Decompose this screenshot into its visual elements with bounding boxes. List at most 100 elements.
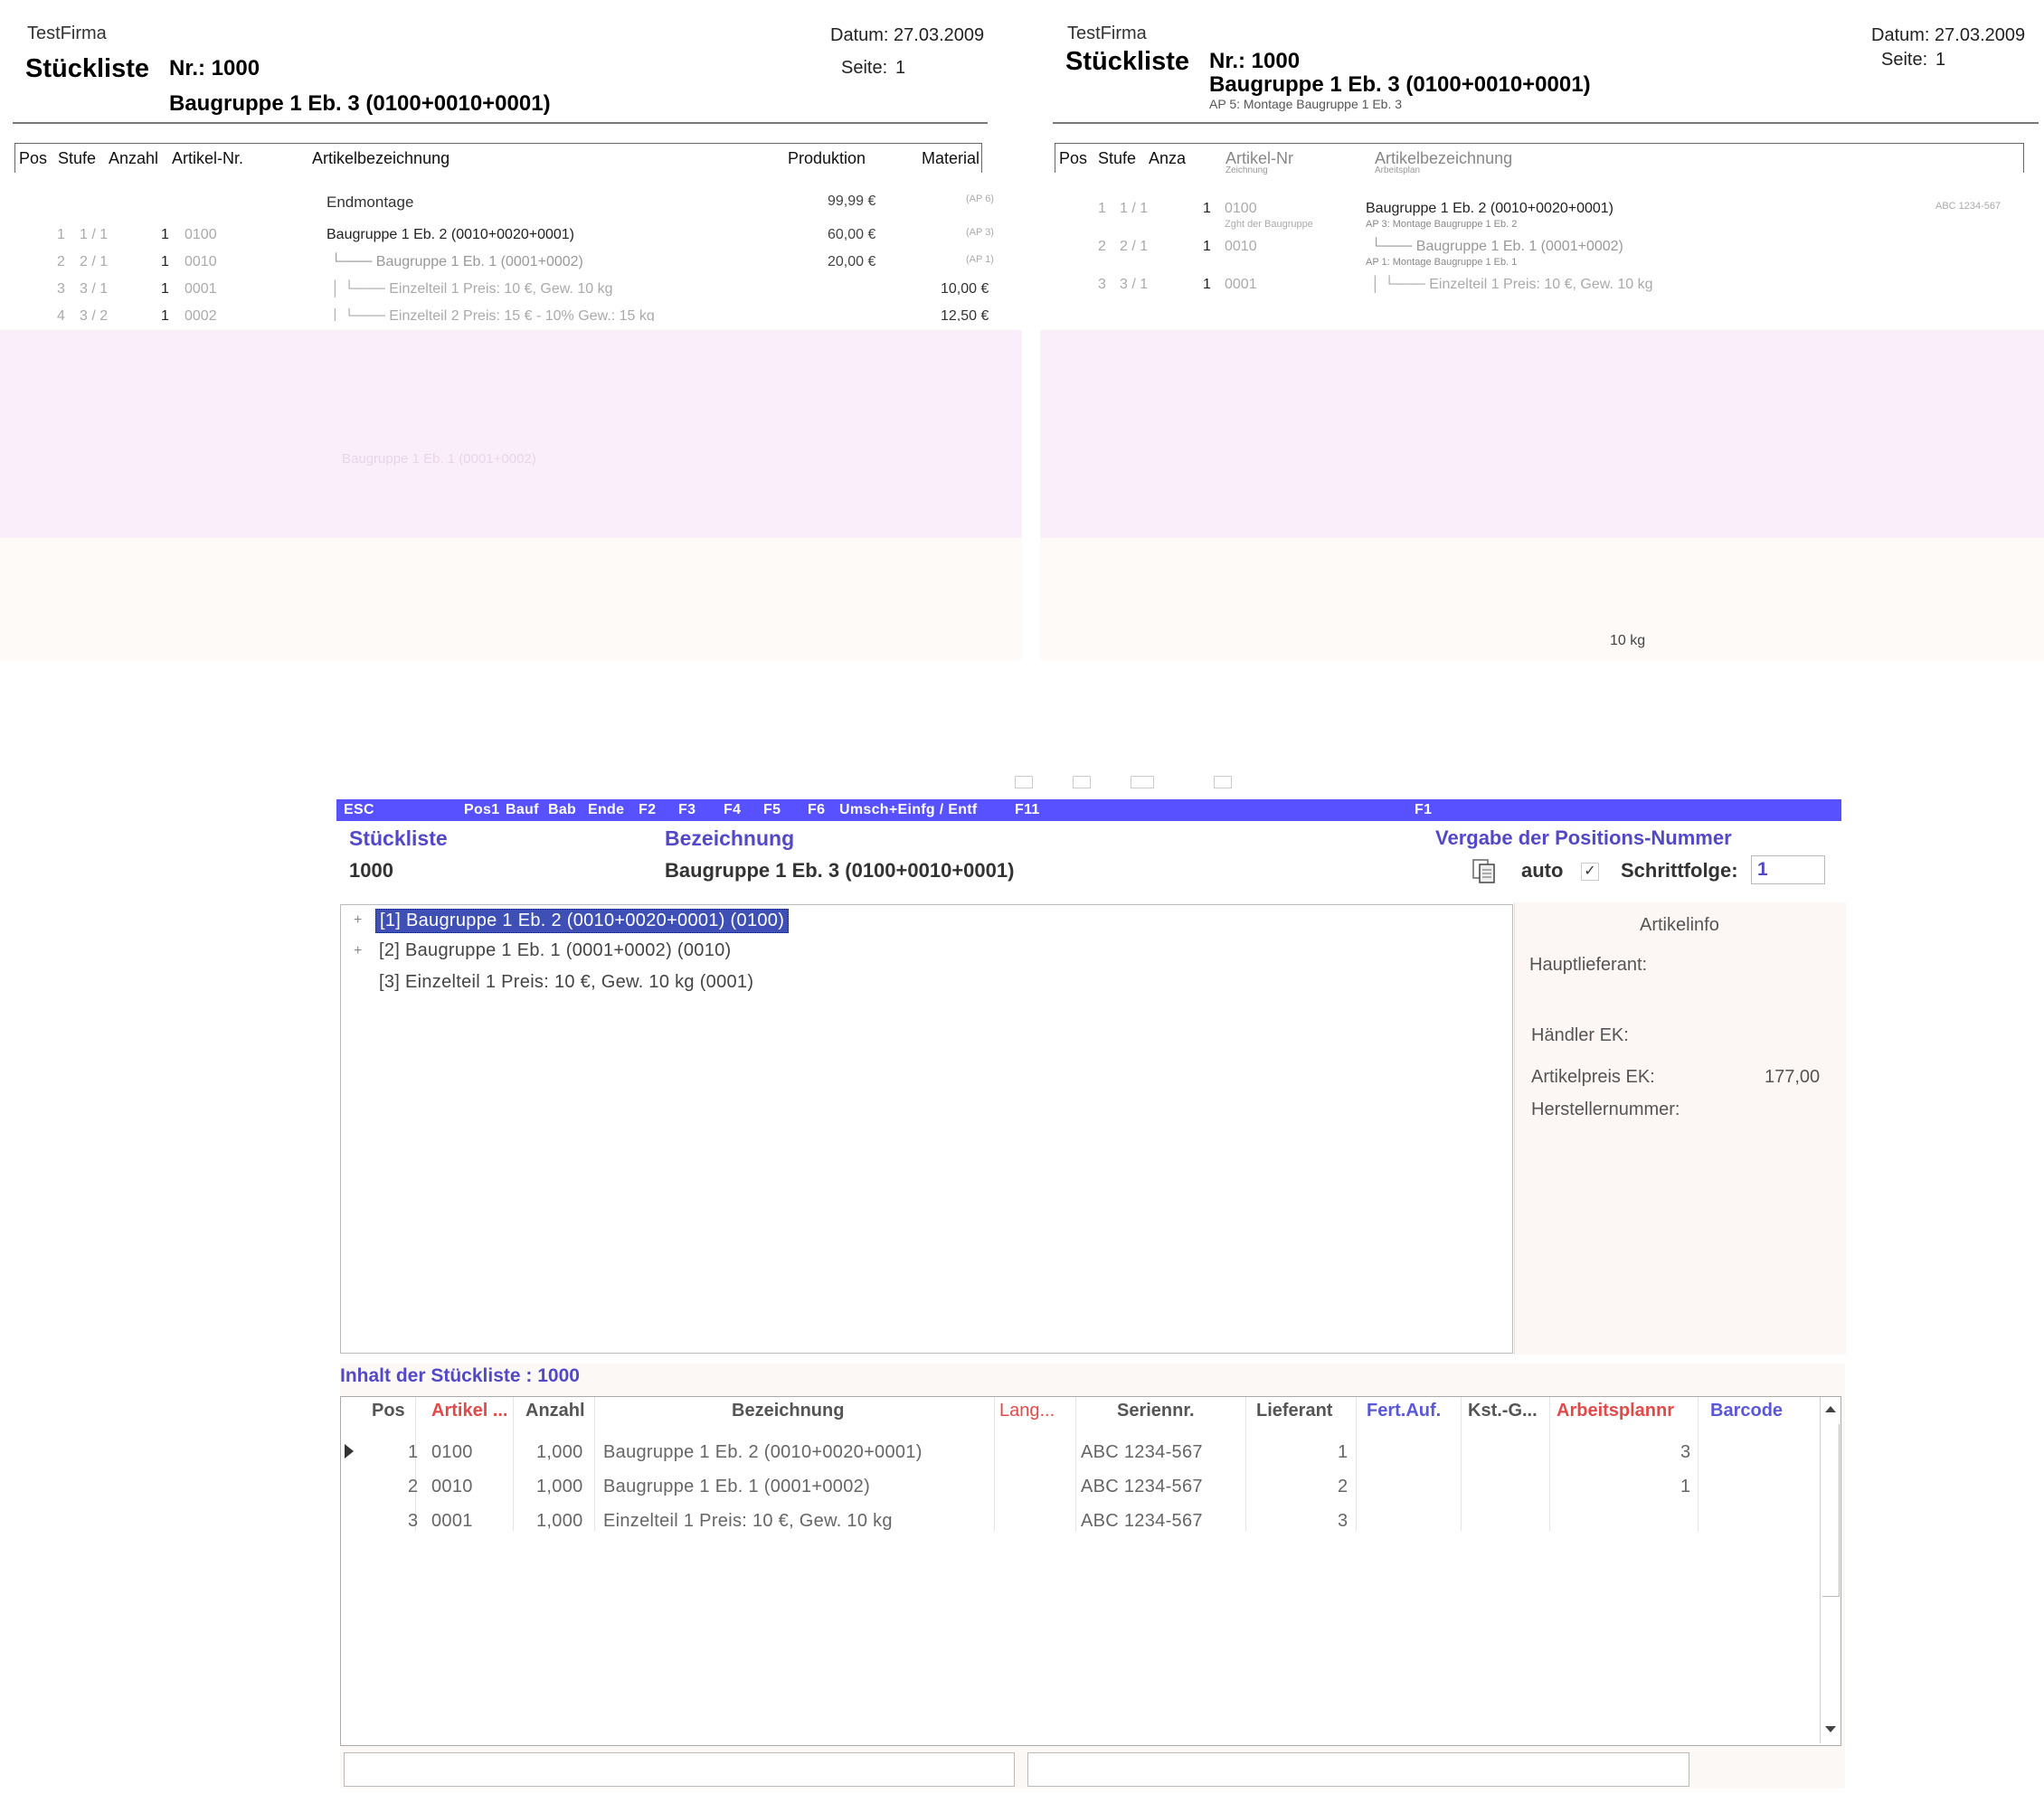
table-row[interactable]: 1 0100 1,000 Baugruppe 1 Eb. 2 (0010+002…	[341, 1437, 1815, 1471]
col-artikel-nr: Artikel-Nr.	[172, 149, 244, 167]
list-icon[interactable]	[1073, 776, 1091, 788]
copy-icon[interactable]	[1471, 857, 1498, 884]
row-bezeichnung: └─── Baugruppe 1 Eb. 1 (0001+0002)	[1371, 239, 1623, 254]
key-f11[interactable]: F11	[1015, 802, 1040, 818]
report-subtitle: Baugruppe 1 Eb. 3 (0100+0010+0001)	[169, 91, 551, 116]
header-seriennr[interactable]: Seriennr.	[1117, 1401, 1195, 1421]
key-umsch-einfg-entf[interactable]: Umsch+Einfg / Entf	[839, 802, 978, 818]
stueckliste-value: 1000	[349, 859, 393, 882]
report-row: 3 3 / 1 1 0001 │ └─── Einzelteil 1 Preis…	[0, 281, 1022, 301]
report-title: Stückliste	[1065, 47, 1189, 76]
header-anzahl[interactable]: Anzahl	[525, 1401, 585, 1421]
faded-region	[0, 538, 1022, 660]
report-row: 1 1 / 1 1 0100 Baugruppe 1 Eb. 2 (0010+0…	[0, 227, 1022, 247]
key-f4[interactable]: F4	[724, 802, 741, 818]
table-row[interactable]: 2 0010 1,000 Baugruppe 1 Eb. 1 (0001+000…	[341, 1471, 1815, 1506]
header-fert-auf[interactable]: Fert.Auf.	[1367, 1401, 1441, 1421]
col-produktion: Produktion	[788, 149, 866, 167]
row-artikel: 0001	[185, 281, 217, 297]
row-sub: AP 1: Montage Baugruppe 1 Eb. 1	[1366, 257, 1518, 268]
row-note: Zght der Baugruppe	[1225, 219, 1313, 230]
row-artikel: 0001	[1225, 277, 1257, 292]
header-pos[interactable]: Pos	[372, 1401, 405, 1421]
auto-checkbox[interactable]: ✓	[1581, 863, 1599, 881]
row-stufe: 2 / 1	[80, 254, 109, 269]
report-page-label: Seite:	[1881, 50, 1928, 70]
report-preview-right: TestFirma Stückliste Nr.: 1000 Baugruppe…	[1040, 0, 2044, 660]
tree-item-selected[interactable]: [1] Baugruppe 1 Eb. 2 (0010+0020+0001) (…	[375, 909, 790, 933]
tree-item[interactable]: [3] Einzelteil 1 Preis: 10 €, Gew. 10 kg…	[379, 972, 753, 993]
check-icon: ✓	[1584, 864, 1596, 879]
report-row: Endmontage 99,99 € (AP 6)	[0, 194, 1022, 213]
key-f1[interactable]: F1	[1415, 802, 1432, 818]
memo-field-left[interactable]	[344, 1752, 1015, 1787]
cell-bezeichnung: Baugruppe 1 Eb. 1 (0001+0002)	[603, 1477, 871, 1496]
scroll-down-icon[interactable]	[1825, 1726, 1836, 1732]
key-ende[interactable]: Ende	[588, 802, 624, 818]
col-stufe: Stufe	[1098, 149, 1137, 167]
col-stufe: Stufe	[58, 149, 97, 167]
scroll-up-icon[interactable]	[1825, 1406, 1836, 1412]
key-pos1[interactable]: Pos1	[464, 802, 499, 818]
row-bezeichnung: Baugruppe 1 Eb. 2 (0010+0020+0001)	[326, 227, 575, 242]
company-name: TestFirma	[27, 24, 107, 43]
cell-arbeitsplan: 3	[1680, 1442, 1691, 1462]
header-lieferant[interactable]: Lieferant	[1256, 1401, 1332, 1421]
cell-seriennr: ABC 1234-567	[1081, 1477, 1203, 1496]
report-column-header: Pos Stufe Anza Artikel-Nr Zeichnung Arti…	[1055, 143, 2024, 175]
row-anzahl: 1	[1203, 239, 1211, 254]
header-arbeitsplannr[interactable]: Arbeitsplannr	[1557, 1401, 1674, 1421]
cell-pos: 1	[408, 1442, 419, 1462]
row-produktion: 60,00 €	[828, 227, 876, 242]
scroll-thumb[interactable]	[1822, 1424, 1840, 1597]
key-f5[interactable]: F5	[763, 802, 781, 818]
schrittfolge-input[interactable]: 1	[1751, 855, 1825, 884]
memo-field-right[interactable]	[1027, 1752, 1689, 1787]
row-material: (AP 6)	[966, 194, 994, 204]
report-column-header: Pos Stufe Anzahl Artikel-Nr. Artikelbeze…	[14, 143, 982, 173]
key-esc[interactable]: ESC	[344, 802, 374, 818]
auto-label: auto	[1521, 859, 1564, 882]
cell-arbeitsplan: 1	[1680, 1477, 1691, 1496]
bezeichnung-value: Baugruppe 1 Eb. 3 (0100+0010+0001)	[665, 859, 1015, 882]
report-date: Datum: 27.03.2009	[830, 25, 985, 45]
row-bezeichnung: Endmontage	[326, 194, 414, 211]
row-artikel: 0100	[1225, 201, 1257, 216]
toolbar	[335, 767, 1850, 798]
row-bezeichnung: │ └─── Einzelteil 1 Preis: 10 €, Gew. 10…	[331, 281, 613, 297]
row-pos: 3	[57, 281, 65, 297]
expand-icon[interactable]: +	[354, 912, 362, 929]
structure-tree[interactable]: + [1] Baugruppe 1 Eb. 2 (0010+0020+0001)…	[340, 904, 1513, 1354]
header-barcode[interactable]: Barcode	[1710, 1401, 1783, 1421]
header-artikel[interactable]: Artikel ...	[431, 1401, 507, 1421]
weight-fragment: 10 kg	[1610, 633, 1646, 648]
barcode-icon[interactable]	[1131, 776, 1154, 788]
haendler-ek-label: Händler EK:	[1531, 1025, 1629, 1045]
key-f2[interactable]: F2	[639, 802, 656, 818]
report-row: 1 1 / 1 1 0100 Zght der Baugruppe Baugru…	[1040, 201, 2044, 230]
tree-item[interactable]: [2] Baugruppe 1 Eb. 1 (0001+0002) (0010)	[379, 940, 732, 961]
key-bab[interactable]: Bab	[548, 802, 576, 818]
key-bauf[interactable]: Bauf	[506, 802, 539, 818]
calendar-icon[interactable]	[1214, 776, 1232, 788]
col-pos: Pos	[1059, 149, 1088, 167]
key-f3[interactable]: F3	[678, 802, 696, 818]
grid-scrollbar[interactable]	[1820, 1397, 1841, 1743]
table-row[interactable]: 3 0001 1,000 Einzelteil 1 Preis: 10 €, G…	[341, 1506, 1815, 1540]
report-row: 4 3 / 2 1 0002 │ └─── Einzelteil 2 Preis…	[0, 308, 1022, 321]
key-f6[interactable]: F6	[808, 802, 825, 818]
row-material: (AP 3)	[966, 227, 994, 238]
header-lang[interactable]: Lang...	[999, 1401, 1055, 1421]
hauptlieferant-label: Hauptlieferant:	[1529, 955, 1648, 975]
cell-artikel: 0001	[431, 1511, 473, 1531]
header-bezeichnung[interactable]: Bezeichnung	[732, 1401, 844, 1421]
header-kst-g[interactable]: Kst.-G...	[1468, 1401, 1538, 1421]
expand-icon[interactable]: +	[354, 943, 362, 959]
table-icon[interactable]	[1015, 776, 1033, 788]
cell-lieferant: 1	[1338, 1442, 1348, 1462]
positions-grid[interactable]: Pos Artikel ... Anzahl Bezeichnung Lang.…	[340, 1396, 1841, 1746]
row-anzahl: 1	[161, 308, 169, 321]
cell-anzahl: 1,000	[536, 1442, 583, 1462]
faded-region: Baugruppe 1 Eb. 1 (0001+0002)	[0, 330, 1022, 538]
col-anzahl: Anza	[1149, 149, 1187, 167]
